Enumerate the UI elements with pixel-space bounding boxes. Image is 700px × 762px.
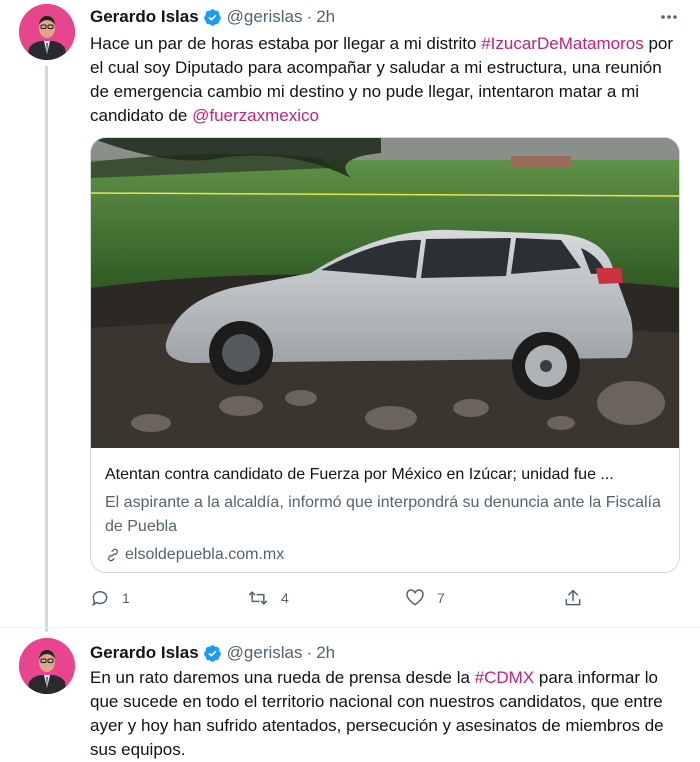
tweet-divider bbox=[0, 627, 700, 628]
reply-button[interactable]: 1 bbox=[90, 588, 130, 608]
tweet-2[interactable]: Gerardo Islas @gerislas · 2h En un rato … bbox=[0, 632, 700, 760]
author-avatar[interactable] bbox=[19, 638, 75, 694]
link-preview-card[interactable]: Atentan contra candidato de Fuerza por M… bbox=[90, 137, 680, 573]
tweet-header: Gerardo Islas @gerislas · 2h bbox=[90, 641, 335, 665]
tweet-timestamp[interactable]: 2h bbox=[316, 7, 335, 27]
tweet-text-part: Hace un par de horas estaba por llegar a… bbox=[90, 34, 482, 53]
like-button[interactable]: 7 bbox=[405, 588, 445, 608]
tweet-text: Hace un par de horas estaba por llegar a… bbox=[90, 32, 680, 128]
hashtag-link[interactable]: #CDMX bbox=[475, 668, 535, 687]
separator-dot: · bbox=[306, 7, 313, 26]
tweet-text-part: En un rato daremos una rueda de prensa d… bbox=[90, 668, 475, 687]
retweet-count: 4 bbox=[281, 590, 289, 606]
card-title[interactable]: Atentan contra candidato de Fuerza por M… bbox=[105, 463, 665, 487]
verified-badge-icon bbox=[203, 644, 222, 663]
author-handle[interactable]: @gerislas bbox=[227, 643, 303, 663]
card-description: El aspirante a la alcaldía, informó que … bbox=[105, 494, 661, 535]
verified-badge-icon bbox=[203, 8, 222, 27]
author-name[interactable]: Gerardo Islas bbox=[90, 7, 199, 27]
more-icon[interactable] bbox=[658, 6, 680, 28]
link-icon bbox=[105, 547, 125, 563]
card-domain-text: elsoldepuebla.com.mx bbox=[125, 546, 285, 563]
card-image bbox=[91, 138, 679, 448]
card-meta: Atentan contra candidato de Fuerza por M… bbox=[105, 458, 665, 567]
author-avatar[interactable] bbox=[19, 4, 75, 60]
tweet-actions: 1 4 7 bbox=[90, 588, 610, 614]
thread-connector-line bbox=[45, 66, 48, 632]
share-button[interactable] bbox=[563, 588, 595, 608]
mention-link[interactable]: @fuerzaxmexico bbox=[192, 106, 319, 125]
tweet-text: En un rato daremos una rueda de prensa d… bbox=[90, 666, 680, 762]
tweet-header: Gerardo Islas @gerislas · 2h bbox=[90, 5, 335, 29]
author-handle[interactable]: @gerislas bbox=[227, 7, 303, 27]
hashtag-link[interactable]: #IzucarDeMatamoros bbox=[481, 34, 644, 53]
retweet-button[interactable]: 4 bbox=[247, 588, 289, 608]
reply-count: 1 bbox=[122, 590, 130, 606]
tweet-timestamp[interactable]: 2h bbox=[316, 643, 335, 663]
author-name[interactable]: Gerardo Islas bbox=[90, 643, 199, 663]
card-domain: elsoldepuebla.com.mx bbox=[105, 543, 665, 567]
tweet-1[interactable]: Gerardo Islas @gerislas · 2h Hace un par… bbox=[0, 0, 700, 632]
like-count: 7 bbox=[437, 590, 445, 606]
separator-dot: · bbox=[306, 643, 313, 662]
